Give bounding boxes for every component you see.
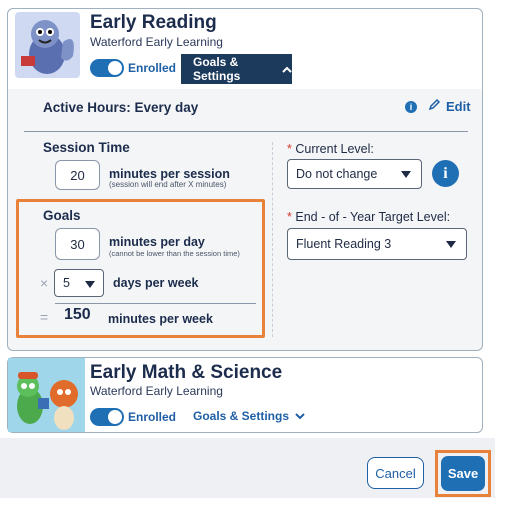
app-title-math: Early Math & Science [90, 362, 283, 383]
edit-button[interactable]: Edit [428, 98, 471, 114]
minutes-per-day-note: (cannot be lower than the session time) [109, 249, 240, 258]
days-value: 5 [63, 276, 70, 290]
chevron-down-icon [295, 409, 305, 423]
chevron-down-icon [401, 171, 411, 178]
tab-goals-settings-math[interactable]: Goals & Settings [193, 409, 305, 423]
info-circle-icon[interactable]: i [432, 160, 459, 187]
divider [24, 131, 468, 132]
minutes-per-day-input[interactable]: 30 [55, 228, 100, 260]
required-mark: * [287, 142, 292, 156]
enrolled-label: Enrolled [128, 61, 177, 75]
current-level-value: Do not change [296, 167, 378, 181]
days-per-week-select[interactable]: 5 [54, 269, 104, 297]
app-subtitle-math: Waterford Early Learning [90, 384, 223, 398]
tab-goals-settings[interactable]: Goals & Settings [181, 54, 292, 84]
goals-heading: Goals [43, 208, 81, 223]
current-level-select[interactable]: Do not change [287, 159, 422, 189]
cancel-button[interactable]: Cancel [367, 457, 424, 489]
active-hours-text: Active Hours: Every day [43, 100, 199, 115]
session-note: (session will end after X minutes) [109, 180, 227, 189]
enrolled-toggle[interactable] [90, 59, 124, 77]
minutes-per-day-label: minutes per day [109, 235, 205, 249]
session-time-heading: Session Time [43, 140, 130, 155]
math-mascot-image [8, 358, 85, 432]
enrolled-toggle-math[interactable] [90, 408, 124, 426]
pencil-icon [428, 98, 441, 114]
current-level-label: * Current Level: [287, 142, 374, 156]
chevron-up-icon [282, 62, 292, 76]
chevron-down-icon [85, 281, 95, 288]
total-minutes-label: minutes per week [108, 312, 213, 326]
times-symbol: × [40, 275, 49, 291]
target-level-text: End - of - Year Target Level: [295, 210, 451, 224]
app-subtitle: Waterford Early Learning [90, 35, 223, 49]
target-level-select[interactable]: Fluent Reading 3 [287, 228, 467, 260]
total-minutes-value: 150 [64, 306, 91, 323]
equals-symbol: = [40, 309, 49, 325]
save-button[interactable]: Save [441, 456, 485, 491]
tab-goals-settings-math-label: Goals & Settings [193, 409, 290, 423]
app-title: Early Reading [90, 12, 217, 33]
info-icon[interactable]: i [405, 101, 417, 113]
target-level-value: Fluent Reading 3 [296, 237, 392, 251]
edit-label: Edit [446, 98, 471, 114]
required-mark: * [287, 210, 292, 224]
chevron-down-icon [446, 241, 456, 248]
session-minutes-input[interactable]: 20 [55, 160, 100, 190]
tab-goals-settings-label: Goals & Settings [193, 55, 241, 83]
goals-divider [55, 303, 256, 304]
current-level-text: Current Level: [295, 142, 374, 156]
target-level-label: * End - of - Year Target Level: [287, 210, 450, 224]
days-per-week-label: days per week [113, 276, 199, 290]
reading-mascot-image [15, 12, 80, 78]
column-divider [272, 142, 273, 337]
enrolled-label-math: Enrolled [128, 410, 177, 424]
session-unit-label: minutes per session [109, 167, 230, 181]
